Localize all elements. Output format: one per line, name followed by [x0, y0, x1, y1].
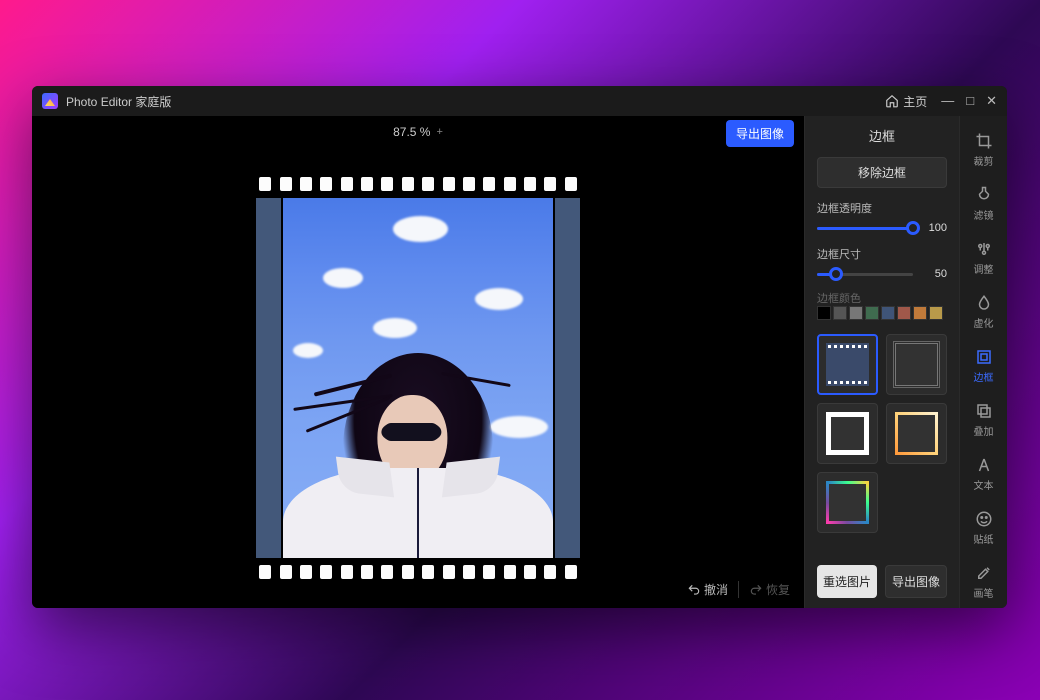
tool-label: 裁剪 [974, 153, 994, 168]
color-swatch[interactable] [833, 306, 847, 320]
adjust-icon [975, 240, 993, 258]
color-swatch[interactable] [849, 306, 863, 320]
titlebar: Photo Editor 家庭版 主页 — □ ✕ [32, 86, 1007, 116]
text-icon [975, 456, 993, 474]
image-with-frame [253, 173, 583, 583]
tool-label: 文本 [974, 477, 994, 492]
undo-icon [687, 583, 701, 597]
app-window: Photo Editor 家庭版 主页 — □ ✕ 87.5 % + 导出图像 [32, 86, 1007, 608]
home-button[interactable]: 主页 [885, 93, 927, 110]
overlay-icon [975, 402, 993, 420]
tool-sticker[interactable]: 贴纸 [964, 504, 1004, 552]
color-swatch[interactable] [897, 306, 911, 320]
opacity-slider[interactable] [817, 227, 913, 230]
frame-presets-grid [817, 334, 947, 533]
tool-label: 贴纸 [974, 531, 994, 546]
opacity-value: 100 [921, 222, 947, 234]
tool-text[interactable]: 文本 [964, 450, 1004, 498]
blur-icon [975, 294, 993, 312]
zoom-indicator[interactable]: 87.5 % + [393, 125, 443, 139]
undo-label: 撤消 [704, 581, 728, 598]
zoom-value: 87.5 % [393, 125, 430, 139]
remove-frame-button[interactable]: 移除边框 [817, 157, 947, 188]
redo-icon [749, 583, 763, 597]
color-label: 边框颜色 [817, 290, 947, 306]
size-label: 边框尺寸 [817, 246, 947, 262]
frame-preset-warm[interactable] [886, 403, 947, 464]
tool-label: 调整 [974, 261, 994, 276]
sticker-icon [975, 510, 993, 528]
tool-label: 叠加 [974, 423, 994, 438]
panel-title: 边框 [817, 126, 947, 145]
tool-label: 虚化 [974, 315, 994, 330]
tool-label: 画笔 [974, 585, 994, 600]
color-swatch[interactable] [881, 306, 895, 320]
zoom-plus-icon: + [436, 126, 442, 138]
color-swatches [817, 306, 947, 320]
maximize-button[interactable]: □ [966, 93, 974, 109]
size-slider[interactable] [817, 273, 913, 276]
frame-preset-rainbow[interactable] [817, 472, 878, 533]
home-label: 主页 [903, 93, 927, 110]
frame-icon [975, 348, 993, 366]
close-button[interactable]: ✕ [986, 93, 997, 109]
redo-label: 恢复 [766, 581, 790, 598]
size-value: 50 [921, 268, 947, 280]
tool-blur[interactable]: 虚化 [964, 288, 1004, 336]
tool-overlay[interactable]: 叠加 [964, 396, 1004, 444]
tool-rail: 裁剪 滤镜 调整 虚化 边框 叠加 [959, 116, 1007, 608]
tool-label: 滤镜 [974, 207, 994, 222]
color-swatch[interactable] [865, 306, 879, 320]
reselect-image-button[interactable]: 重选图片 [817, 565, 877, 598]
frame-preset-ornate[interactable] [886, 334, 947, 395]
redo-button[interactable]: 恢复 [749, 581, 790, 598]
tool-label: 边框 [974, 369, 994, 384]
crop-icon [975, 132, 993, 150]
photo-content [283, 198, 553, 558]
color-swatch[interactable] [913, 306, 927, 320]
canvas-stage[interactable] [32, 148, 804, 608]
film-strip-top [253, 173, 583, 195]
color-swatch[interactable] [817, 306, 831, 320]
export-button-bottom[interactable]: 导出图像 [885, 565, 947, 598]
filter-icon [975, 186, 993, 204]
app-logo-icon [42, 93, 58, 109]
size-control: 边框尺寸 50 [817, 246, 947, 280]
minimize-button[interactable]: — [941, 93, 954, 109]
color-swatch[interactable] [929, 306, 943, 320]
opacity-control: 边框透明度 100 [817, 200, 947, 234]
brush-icon [975, 564, 993, 582]
export-button-top[interactable]: 导出图像 [726, 120, 794, 147]
home-icon [885, 94, 899, 108]
frame-preset-white[interactable] [817, 403, 878, 464]
app-title: Photo Editor 家庭版 [66, 93, 885, 110]
tool-filter[interactable]: 滤镜 [964, 180, 1004, 228]
tool-frame[interactable]: 边框 [964, 342, 1004, 390]
properties-panel: 边框 移除边框 边框透明度 100 边框尺寸 [804, 116, 959, 608]
film-strip-bottom [253, 561, 583, 583]
tool-brush[interactable]: 画笔 [964, 558, 1004, 606]
undo-button[interactable]: 撤消 [687, 581, 728, 598]
tool-crop[interactable]: 裁剪 [964, 126, 1004, 174]
opacity-label: 边框透明度 [817, 200, 947, 216]
tool-adjust[interactable]: 调整 [964, 234, 1004, 282]
frame-preset-film[interactable] [817, 334, 878, 395]
canvas-area: 87.5 % + 导出图像 [32, 116, 804, 608]
